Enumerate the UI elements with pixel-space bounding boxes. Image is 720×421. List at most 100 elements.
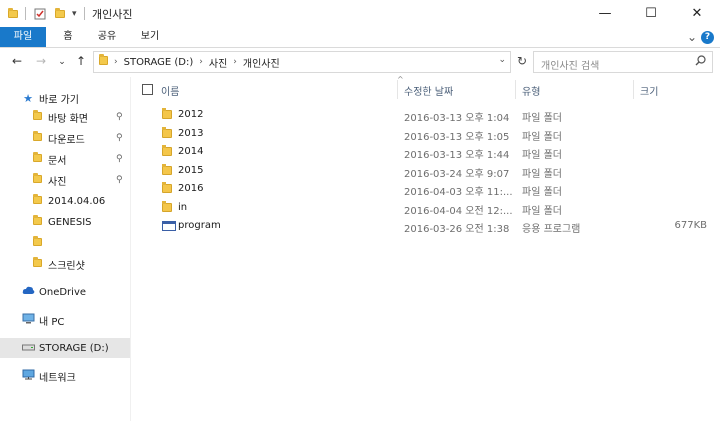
new-folder-icon[interactable] [55, 0, 65, 27]
navigation-pane: ★ 바로 가기 바탕 화면 ⚲ 다운로드 ⚲ 문서 ⚲ 사진 ⚲ 2014.04.06 GENESIS… [0, 77, 130, 421]
pin-icon[interactable]: ⚲ [116, 112, 123, 122]
file-type: 파일 폴더 [522, 205, 562, 217]
file-type: 파일 폴더 [522, 131, 562, 143]
sidebar-item[interactable]: 바탕 화면 ⚲ [0, 107, 130, 127]
file-row[interactable]: 2016 2016-04-03 오후 11:... 파일 폴더 [131, 180, 720, 198]
file-row[interactable]: 2015 2016-03-24 오후 9:07 파일 폴더 [131, 162, 720, 180]
file-row[interactable]: 2012 2016-03-13 오후 1:04 파일 폴더 [131, 106, 720, 124]
pin-icon[interactable]: ⚲ [116, 133, 123, 143]
navigation-bar: ← → ⌄ ↑ › STORAGE (D:) › 사진 › 개인사진 ⌄ ↻ 개… [0, 48, 720, 77]
search-input[interactable]: 개인사진 검색 [541, 57, 599, 72]
network-icon [22, 369, 35, 383]
cloud-icon [22, 286, 35, 298]
breadcrumb-separator[interactable]: › [199, 57, 203, 67]
column-header: ^ 이름 수정한 날짜 유형 크기 [131, 75, 720, 102]
file-size: 677KB [674, 220, 707, 231]
folder-icon[interactable] [8, 0, 18, 27]
sidebar-item-label: GENESIS [48, 216, 92, 228]
sidebar-item-label: 2014.04.06 [48, 195, 106, 207]
maximize-button[interactable]: ☐ [628, 0, 674, 27]
tab-home[interactable]: 홈 [55, 27, 81, 47]
title-bar: ▾ 개인사진 — ☐ ✕ [0, 0, 720, 27]
tab-share[interactable]: 공유 [90, 27, 124, 47]
desktop-folder-icon [31, 109, 43, 123]
window-title: 개인사진 [92, 8, 133, 21]
divider [84, 7, 85, 20]
sidebar-item[interactable]: 내 PC [0, 310, 130, 330]
folder-icon [162, 108, 172, 122]
column-size[interactable]: 크기 [640, 83, 658, 98]
select-all-checkbox[interactable] [142, 84, 153, 95]
column-separator[interactable] [515, 80, 516, 99]
minimize-button[interactable]: — [582, 0, 628, 27]
file-date-modified: 2016-04-04 오전 12:... [404, 205, 513, 217]
folder-icon [162, 145, 172, 159]
folder-icon [31, 193, 43, 207]
file-type: 파일 폴더 [522, 113, 562, 124]
properties-icon[interactable] [34, 0, 46, 27]
column-separator[interactable] [633, 80, 634, 99]
folder-icon [162, 126, 172, 141]
file-name: 2016 [178, 183, 204, 194]
divider [25, 7, 26, 20]
address-dropdown-button[interactable]: ⌄ [498, 55, 506, 65]
refresh-button[interactable]: ↻ [514, 54, 530, 68]
search-icon[interactable] [695, 55, 706, 69]
file-row[interactable]: 2013 2016-03-13 오후 1:05 파일 폴더 [131, 125, 720, 143]
tab-view[interactable]: 보기 [133, 27, 167, 47]
help-button[interactable]: ? [701, 31, 714, 44]
sidebar-item-label: 내 PC [39, 316, 65, 328]
file-type: 파일 폴더 [522, 150, 562, 161]
file-name: program [178, 220, 221, 231]
breadcrumb-photos[interactable]: 사진 [209, 55, 227, 70]
sidebar-item-label: 사진 [48, 176, 67, 188]
forward-button[interactable]: → [33, 54, 49, 68]
back-button[interactable]: ← [9, 54, 25, 68]
tab-file[interactable]: 파일 [0, 27, 46, 47]
sidebar-item[interactable]: GENESIS [0, 212, 130, 232]
sidebar-item[interactable] [0, 233, 130, 253]
folder-icon [31, 214, 43, 228]
pin-icon[interactable]: ⚲ [116, 175, 123, 185]
file-date-modified: 2016-03-24 오후 9:07 [404, 168, 510, 180]
file-type: 파일 폴더 [522, 187, 562, 198]
address-bar[interactable]: › STORAGE (D:) › 사진 › 개인사진 ⌄ [93, 51, 511, 73]
breadcrumb-separator[interactable]: › [233, 57, 237, 67]
sidebar-item-label: 스크린샷 [48, 260, 85, 272]
column-name[interactable]: 이름 [161, 83, 179, 98]
file-type: 파일 폴더 [522, 168, 562, 180]
breadcrumb-storage[interactable]: STORAGE (D:) [124, 57, 194, 68]
sidebar-item[interactable]: OneDrive [0, 282, 130, 302]
sidebar-item[interactable]: 문서 ⚲ [0, 149, 130, 169]
file-row[interactable]: in 2016-04-04 오전 12:... 파일 폴더 [131, 199, 720, 217]
ribbon-tabs: 파일 홈 공유 보기 ⌄ ? [0, 27, 720, 47]
folder-icon [162, 182, 172, 196]
sidebar-item[interactable]: 2014.04.06 [0, 191, 130, 211]
documents-folder-icon [31, 151, 43, 165]
sidebar-item[interactable]: 네트워크 [0, 366, 130, 386]
sidebar-item[interactable]: 사진 ⚲ [0, 170, 130, 190]
column-type[interactable]: 유형 [522, 83, 540, 98]
pin-icon[interactable]: ⚲ [116, 154, 123, 164]
sidebar-item[interactable]: STORAGE (D:) [0, 338, 130, 358]
breadcrumb-personal-photos[interactable]: 개인사진 [243, 55, 280, 70]
column-separator[interactable] [397, 80, 398, 99]
sidebar-item[interactable]: 다운로드 ⚲ [0, 128, 130, 148]
search-box[interactable]: 개인사진 검색 [533, 51, 713, 73]
up-button[interactable]: ↑ [73, 54, 89, 68]
file-name: in [178, 201, 188, 213]
file-row[interactable]: 2014 2016-03-13 오후 1:44 파일 폴더 [131, 143, 720, 161]
ribbon-expand-button[interactable]: ⌄ [686, 27, 698, 47]
recent-locations-button[interactable]: ⌄ [54, 57, 70, 67]
column-date-modified[interactable]: 수정한 날짜 [404, 83, 453, 98]
close-button[interactable]: ✕ [674, 0, 720, 27]
file-row[interactable]: program 2016-03-26 오전 1:38 응용 프로그램 677KB [131, 217, 720, 235]
star-icon: ★ [23, 91, 33, 105]
sidebar-item[interactable]: 스크린샷 [0, 254, 130, 274]
sidebar-item[interactable]: ★ 바로 가기 [0, 88, 130, 108]
sidebar-item-label: 다운로드 [48, 134, 85, 146]
breadcrumb-separator[interactable]: › [114, 57, 118, 67]
download-folder-icon [31, 130, 43, 144]
file-name: 2015 [178, 164, 204, 176]
customize-quick-access-button[interactable]: ▾ [72, 0, 77, 27]
